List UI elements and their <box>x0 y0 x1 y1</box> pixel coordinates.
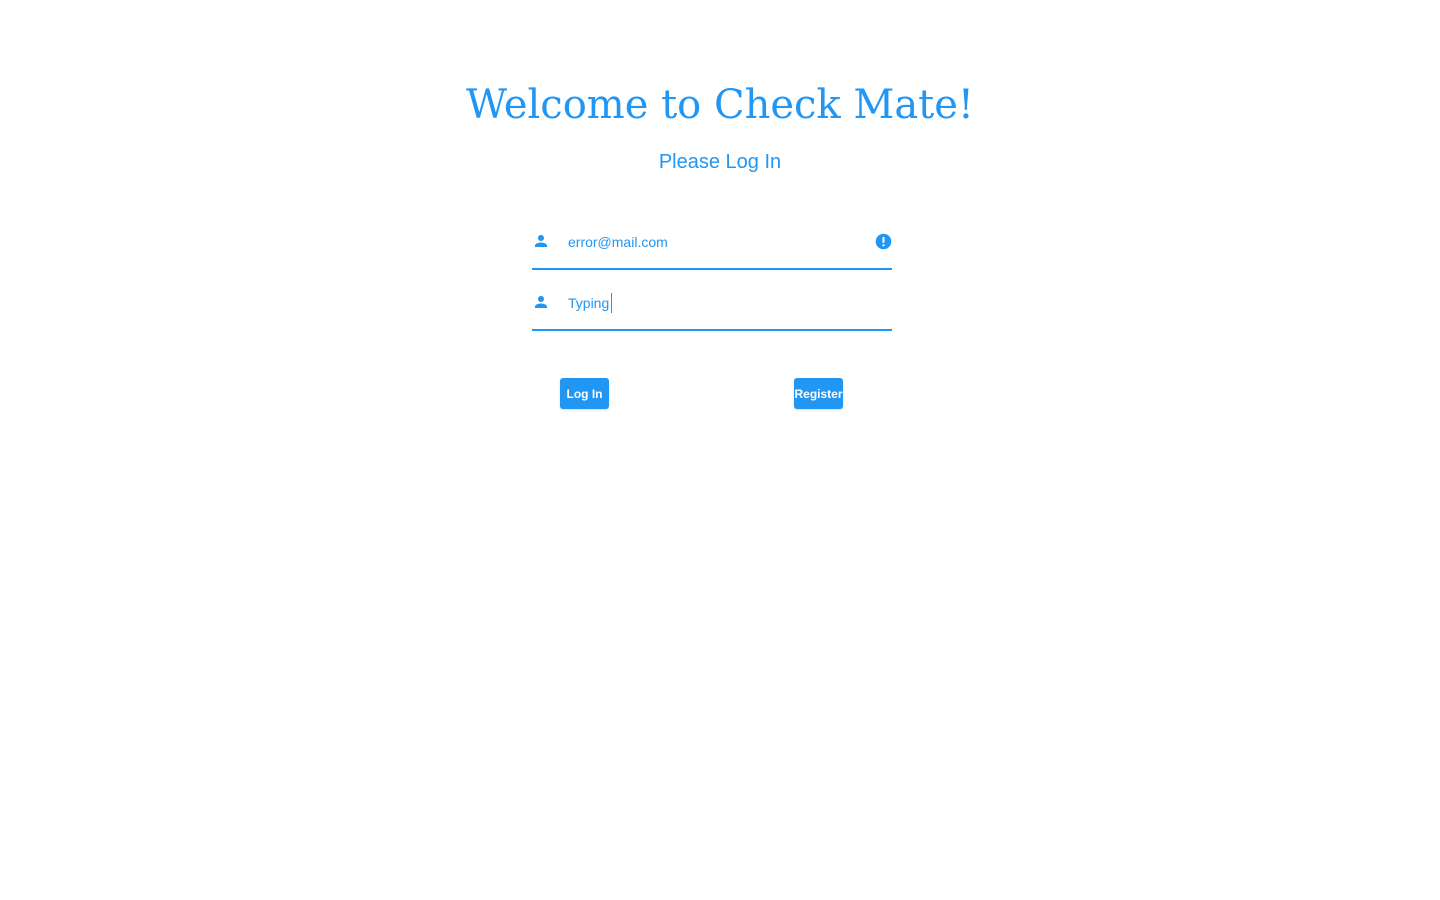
error-alert-icon <box>875 233 892 250</box>
person-icon <box>535 296 547 308</box>
password-field-container <box>532 289 892 331</box>
text-cursor <box>611 293 612 313</box>
email-field-container <box>532 228 892 270</box>
login-button[interactable]: Log In <box>560 378 609 409</box>
email-field[interactable] <box>568 228 868 256</box>
page-title: Welcome to Check Mate! <box>465 82 974 128</box>
register-button[interactable]: Register <box>794 378 843 409</box>
person-icon <box>535 235 547 247</box>
password-field[interactable] <box>568 289 868 317</box>
page-subtitle: Please Log In <box>658 151 782 173</box>
